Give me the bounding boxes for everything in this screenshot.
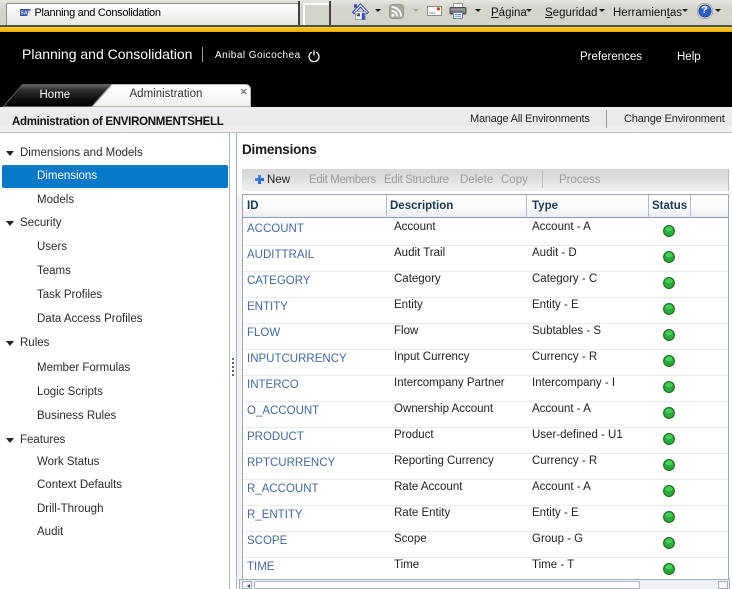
svg-text:SAP: SAP bbox=[20, 11, 31, 17]
